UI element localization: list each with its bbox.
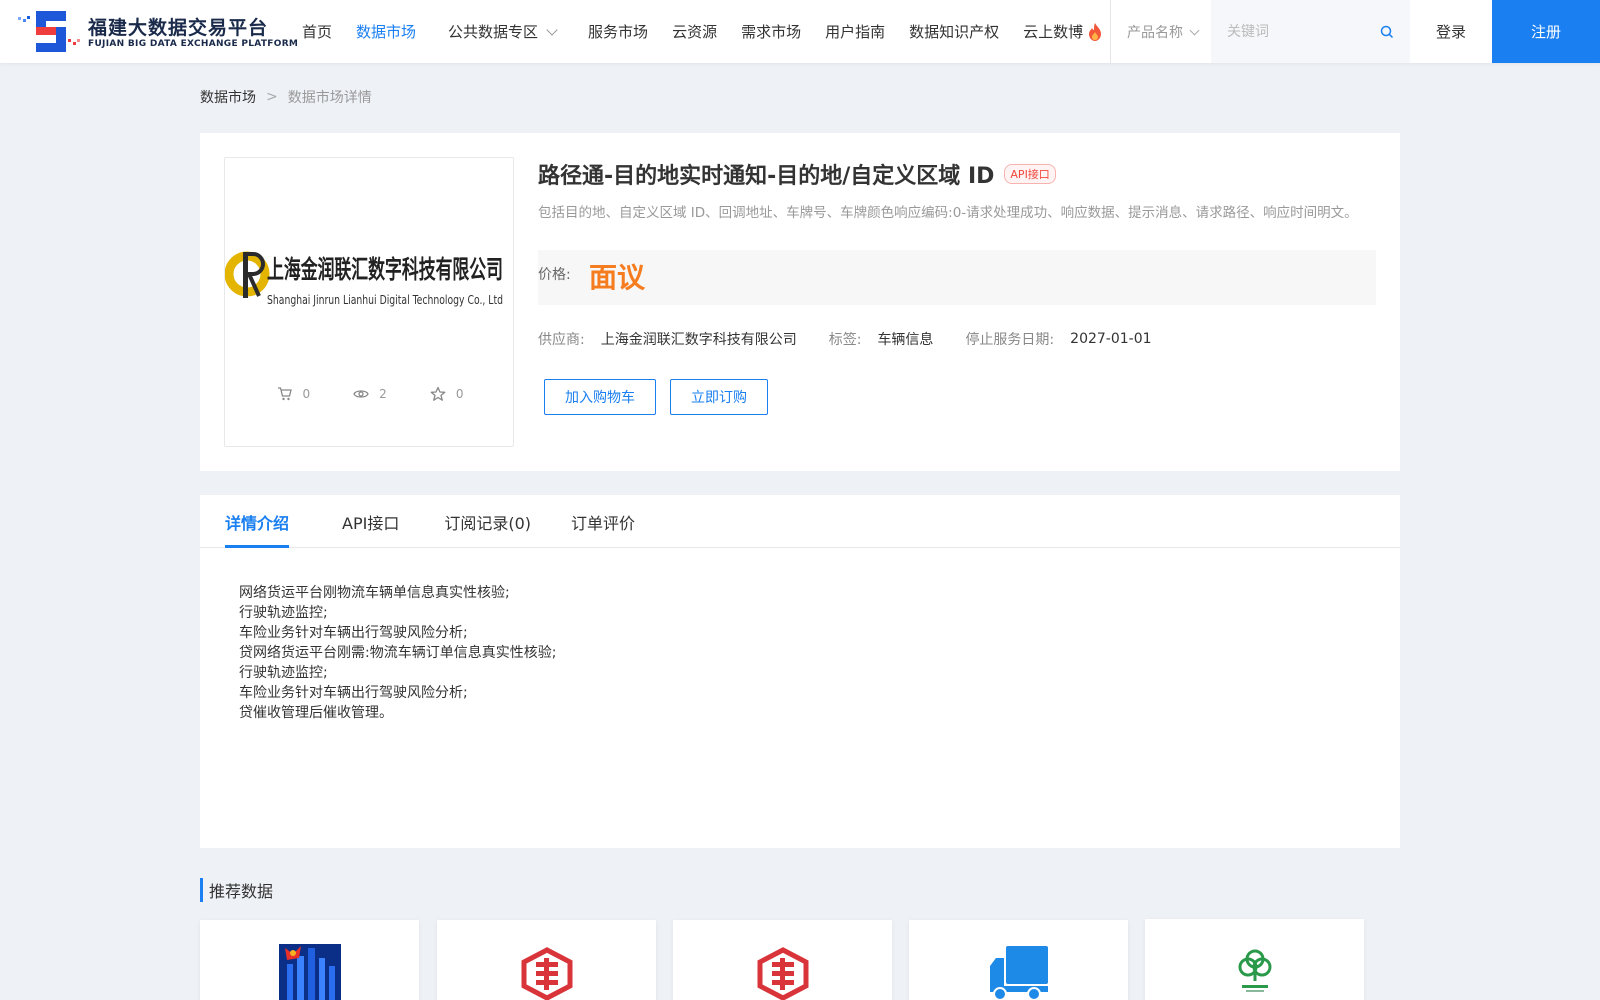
main-nav: 首页 数据市场 公共数据专区 服务市场 云资源 需求市场 用户指南 数据知识产权… [302,0,1127,63]
breadcrumb-separator: > [266,89,278,105]
nav-item-cloud-expo[interactable]: 云上数博 [1023,21,1103,42]
detail-tabs: 详情介绍 API接口 订阅记录(0) 订单评价 [200,495,1400,548]
login-button[interactable]: 登录 [1410,0,1492,63]
company-logo-cn: 上海金润联汇数字科技有限公司 [267,255,503,284]
nav-item-label: 需求市场 [741,23,802,41]
search-category-label: 产品名称 [1127,25,1183,41]
price-label: 价格: [538,267,571,283]
red-seal-icon [521,947,573,1000]
product-meta: 供应商: 上海金润联汇数字科技有限公司 标签: 车辆信息 停止服务日期: 202… [538,329,1376,349]
detail-line: 贷网络货运平台刚需:物流车辆订单信息真实性核验; [239,645,557,661]
nav-item-public-data[interactable]: 公共数据专区 [448,21,558,42]
top-header: 福建大数据交易平台 FUJIAN BIG DATA EXCHANGE PLATF… [0,0,1600,63]
tag-value: 车辆信息 [877,332,934,348]
add-to-cart-button[interactable]: 加入购物车 [544,379,656,415]
view-count-value: 2 [379,387,387,401]
price-box: 价格: 面议 [538,250,1376,305]
detail-line: 网络货运平台刚物流车辆单信息真实性核验; [239,585,510,601]
recommend-card[interactable] [673,920,892,1000]
fire-icon [1089,22,1102,41]
platform-logo-icon [18,11,80,52]
truck-icon [990,946,1048,1000]
product-image: 上海金润联汇数字科技有限公司 Shanghai Jinrun Lianhui D… [224,157,514,447]
tab-api[interactable]: API接口 [342,495,399,548]
nav-item-label: 云资源 [672,23,718,41]
eye-icon [353,390,369,398]
cart-count-value: 0 [302,387,311,401]
supplier-label: 供应商: [538,332,585,348]
chevron-down-icon [546,23,558,36]
nav-item-label: 服务市场 [588,23,649,41]
platform-logo[interactable]: 福建大数据交易平台 FUJIAN BIG DATA EXCHANGE PLATF… [16,9,298,55]
supplier-value: 上海金润联汇数字科技有限公司 [600,332,797,348]
recommend-title: 推荐数据 [200,878,273,902]
cart-count: 0 [277,386,311,402]
tab-subscription-records[interactable]: 订阅记录(0) [444,495,531,548]
nav-item-data-ip[interactable]: 数据知识产权 [909,21,999,42]
nav-item-label: 用户指南 [825,23,886,41]
nav-item-label: 公共数据专区 [448,23,539,41]
breadcrumb-current: 数据市场详情 [287,90,372,106]
favorite-count-value: 0 [455,387,464,401]
recommend-card[interactable] [909,920,1128,1000]
nav-item-cloud-resources[interactable]: 云资源 [672,21,717,42]
tab-details[interactable]: 详情介绍 [225,495,290,548]
favorite-count[interactable]: 0 [430,386,464,402]
view-count: 2 [353,386,387,402]
recommend-card[interactable] [200,920,419,1000]
nav-item-demand-market[interactable]: 需求市场 [741,21,801,42]
nav-item-label: 首页 [302,23,333,41]
star-icon [430,386,446,401]
nav-item-label: 云上数博 [1023,23,1084,41]
end-date-label: 停止服务日期: [965,332,1055,348]
register-button[interactable]: 注册 [1492,0,1600,63]
nav-item-data-market[interactable]: 数据市场 [356,21,416,42]
product-description: 包括目的地、自定义区域 ID、回调地址、车牌号、车牌颜色响应编码:0-请求处理成… [538,205,1358,221]
nav-item-home[interactable]: 首页 [302,21,332,42]
detail-line: 车险业务针对车辆出行驾驶风险分析; [239,625,468,641]
product-title-row: 路径通-目的地实时通知-目的地/自定义区域 ID API接口 [538,157,1376,191]
end-date-value: 2027-01-01 [1070,331,1152,347]
city-flag-icon [279,944,341,1000]
company-logo-en: Shanghai Jinrun Lianhui Digital Technolo… [267,293,503,307]
action-buttons: 加入购物车 立即订购 [538,379,1376,415]
search-bar: 产品名称 [1110,0,1411,63]
product-title: 路径通-目的地实时通知-目的地/自定义区域 ID [538,164,995,189]
tag-label: 标签: [828,332,862,348]
breadcrumb-root-link[interactable]: 数据市场 [200,87,256,107]
product-info: 路径通-目的地实时通知-目的地/自定义区域 ID API接口 包括目的地、自定义… [538,157,1376,415]
nav-item-user-guide[interactable]: 用户指南 [825,21,885,42]
product-stats: 0 2 0 [225,386,515,402]
cart-icon [277,387,292,401]
detail-card: 详情介绍 API接口 订阅记录(0) 订单评价 网络货运平台刚物流车辆单信息真实… [200,495,1400,848]
red-seal-icon [757,947,809,1000]
recommend-card[interactable] [437,920,656,1000]
recommend-card[interactable] [1145,919,1364,1000]
breadcrumb: 数据市场 > 数据市场详情 [200,87,372,107]
nav-item-service-market[interactable]: 服务市场 [588,21,648,42]
platform-name-en: FUJIAN BIG DATA EXCHANGE PLATFORM [88,39,299,49]
platform-name: 福建大数据交易平台 [88,17,269,39]
search-category-select[interactable]: 产品名称 [1127,22,1200,42]
tab-order-reviews[interactable]: 订单评价 [571,495,635,548]
product-card: 上海金润联汇数字科技有限公司 Shanghai Jinrun Lianhui D… [200,133,1400,471]
nav-item-label: 数据知识产权 [909,23,1000,41]
price-value: 面议 [589,261,646,294]
buy-now-button[interactable]: 立即订购 [670,379,768,415]
chevron-down-icon [1189,25,1200,35]
company-logo-image: 上海金润联汇数字科技有限公司 Shanghai Jinrun Lianhui D… [225,251,503,307]
nav-item-label: 数据市场 [356,23,417,41]
api-badge: API接口 [1004,164,1056,184]
detail-line: 行驶轨迹监控; [239,665,328,681]
detail-line: 行驶轨迹监控; [239,605,328,621]
detail-line: 贷催收管理后催收管理。 [239,705,393,721]
green-tree-logo-icon [1238,949,1272,992]
detail-content: 网络货运平台刚物流车辆单信息真实性核验; 行驶轨迹监控; 车险业务针对车辆出行驾… [239,583,556,723]
detail-line: 车险业务针对车辆出行驾驶风险分析; [239,685,468,701]
search-icon[interactable] [1380,25,1394,39]
